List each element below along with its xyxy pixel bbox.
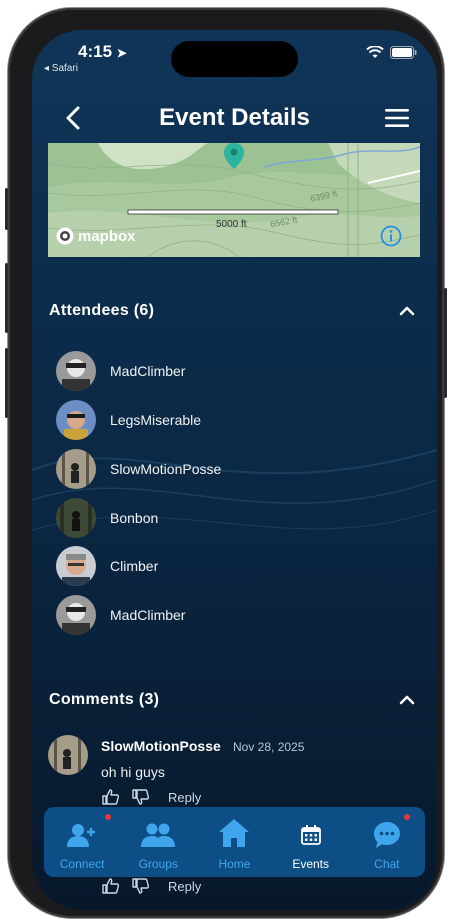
status-bar: 4:15 ➤ ◂ Safari [32,30,437,78]
attendee-name: SlowMotionPosse [110,461,222,477]
connect-icon [67,824,96,847]
thumbs-up-icon[interactable] [102,877,120,895]
phone-frame: 4:15 ➤ ◂ Safari Event Details 5000 ft 63… [5,8,447,918]
collapse-attendees-chevron-icon[interactable] [399,305,415,317]
groups-icon [141,823,176,847]
back-to-app-link[interactable]: ◂ Safari [44,63,78,74]
side-button [5,263,8,333]
tab-label: Home [218,857,251,871]
attendee-item[interactable]: SlowMotionPosse [56,449,221,489]
side-button [444,288,447,398]
comment-actions: Reply [102,788,201,806]
status-time: 4:15 ➤ [78,42,127,61]
home-icon [219,819,250,847]
attendee-item[interactable]: MadClimber [56,595,185,635]
comment-date: Nov 28, 2025 [233,740,305,754]
calendar-icon [300,825,321,845]
notification-dot [403,814,410,820]
comment-actions: Reply [102,877,201,895]
event-map[interactable]: 5000 ft 6399 ft 6562 ft mapbox [48,143,420,257]
avatar [56,546,96,586]
map-info-icon[interactable] [380,225,402,247]
attendee-name: LegsMiserable [110,412,202,428]
location-arrow-icon: ➤ [116,46,127,60]
avatar [56,595,96,635]
thumbs-up-icon[interactable] [102,788,120,806]
tab-chat[interactable]: Chat [352,812,422,872]
hamburger-menu-icon[interactable] [385,108,409,128]
attendee-item[interactable]: Bonbon [56,498,158,538]
tab-connect[interactable]: Connect [47,812,117,872]
thumbs-down-icon[interactable] [132,788,150,806]
comment-username[interactable]: SlowMotionPosse [101,738,221,754]
collapse-comments-chevron-icon[interactable] [399,694,415,706]
attendee-name: MadClimber [110,607,186,623]
avatar[interactable] [48,735,88,775]
attendee-item[interactable]: LegsMiserable [56,400,201,440]
avatar [56,498,96,538]
wifi-icon [366,46,384,58]
tab-events[interactable]: Events [276,812,346,872]
map-pin-icon[interactable] [224,143,244,169]
tab-groups[interactable]: Groups [123,812,193,872]
mapbox-logo-icon [56,227,74,245]
notification-dot [105,814,112,820]
avatar [56,449,96,489]
attendees-section-title: Attendees (6) [49,302,155,319]
tab-label: Events [292,857,329,871]
attendee-name: Bonbon [110,510,159,526]
attendee-name: MadClimber [110,363,186,379]
attendee-name: Climber [110,558,159,574]
tab-label: Groups [138,857,178,871]
mapbox-attribution[interactable]: mapbox [56,227,136,245]
nav-header: Event Details [32,98,437,138]
tab-label: Chat [374,857,400,871]
attendee-item[interactable]: MadClimber [56,351,185,391]
app-screen: 4:15 ➤ ◂ Safari Event Details 5000 ft 63… [32,30,437,910]
avatar [56,400,96,440]
reply-button[interactable]: Reply [168,879,201,894]
map-scale-label: 5000 ft [216,219,247,230]
status-icons [366,46,417,59]
side-button [5,348,8,418]
mapbox-wordmark: mapbox [78,227,136,245]
bottom-tab-bar: Connect Groups Home Events Chat [44,807,425,877]
attendee-item[interactable]: Climber [56,546,158,586]
tab-label: Connect [59,857,105,871]
side-button [5,188,8,230]
avatar [56,351,96,391]
page-title: Event Details [159,104,310,131]
comment-text: oh hi guys [101,764,165,780]
chat-icon [373,822,400,848]
tab-home[interactable]: Home [199,812,269,872]
reply-button[interactable]: Reply [168,790,201,805]
dynamic-island [171,41,298,77]
comments-section-title: Comments (3) [49,691,160,708]
battery-icon [390,46,417,59]
thumbs-down-icon[interactable] [132,877,150,895]
